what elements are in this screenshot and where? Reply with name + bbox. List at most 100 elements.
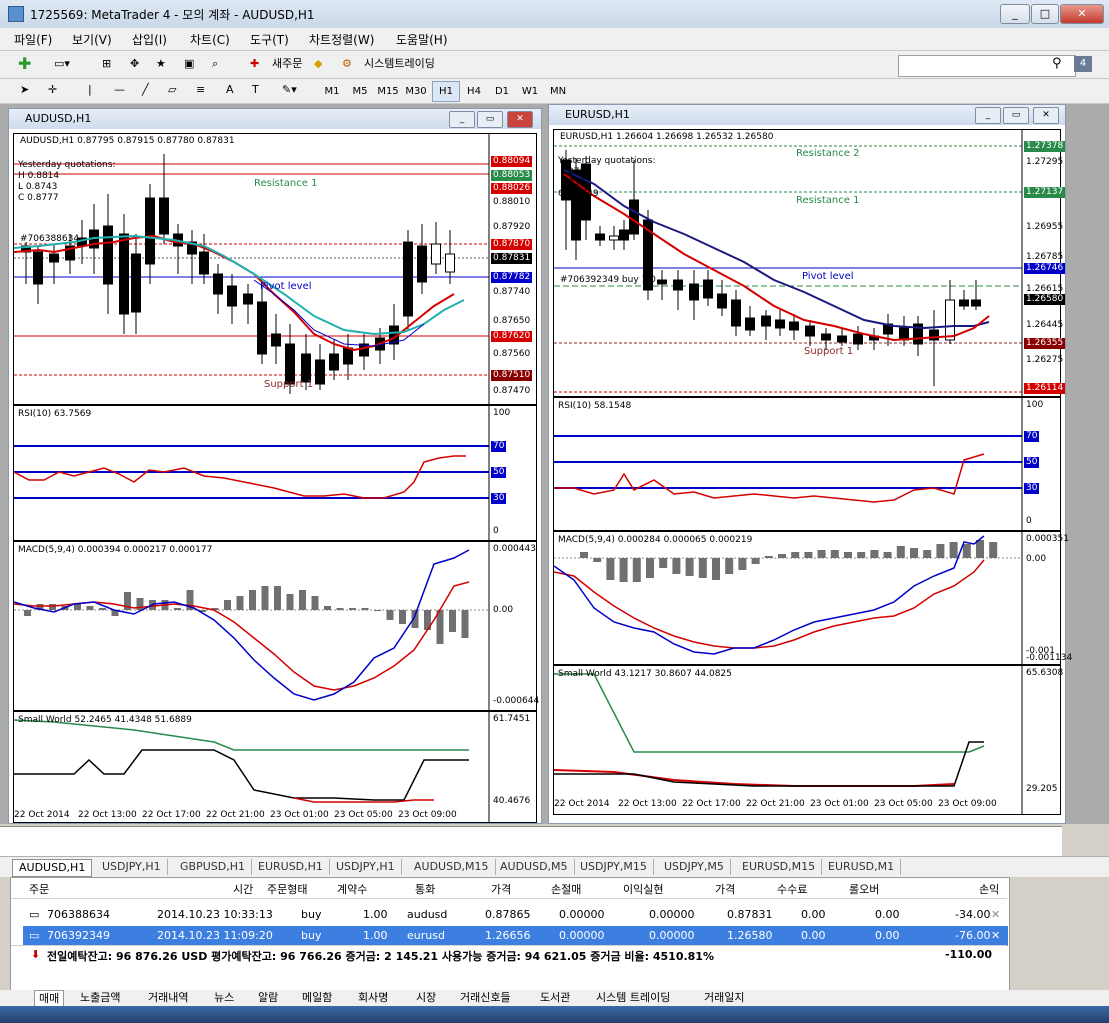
tab-library[interactable]: 도서관 bbox=[540, 990, 570, 1006]
tab-signals[interactable]: 거래신호들 bbox=[460, 990, 511, 1006]
chart-restore-button[interactable]: ▭ bbox=[1003, 107, 1029, 124]
close-order-icon[interactable]: ✕ bbox=[991, 908, 1000, 921]
vertical-line-icon[interactable]: | bbox=[88, 80, 92, 100]
col-profit[interactable]: 손익 bbox=[979, 881, 999, 897]
chart-window-audusd[interactable]: AUDUSD,H1 _ ▭ ✕ AUDUSD,H1 0.87795 0.8791… bbox=[8, 108, 542, 824]
timeframe-m15[interactable]: M15 bbox=[374, 81, 402, 102]
col-time[interactable]: 시간 bbox=[233, 881, 253, 897]
search-input[interactable] bbox=[898, 55, 1076, 77]
chart-tab[interactable]: AUDUSD,H1 bbox=[12, 859, 93, 877]
menu-view[interactable]: 보기(V) bbox=[72, 31, 112, 48]
timeframe-h4[interactable]: H4 bbox=[460, 81, 488, 102]
chart-tab[interactable]: EURUSD,M1 bbox=[822, 859, 902, 875]
price-pane-eurusd[interactable]: EURUSD,H1 1.26604 1.26698 1.26532 1.2658… bbox=[553, 129, 1066, 397]
menu-chart[interactable]: 차트(C) bbox=[190, 31, 230, 48]
chart-tab[interactable]: AUDUSD,M5 bbox=[494, 859, 575, 875]
auto-trading-button[interactable]: 시스템트레이딩 bbox=[364, 54, 435, 74]
text-label-icon[interactable]: T bbox=[252, 80, 259, 100]
tab-news[interactable]: 뉴스 bbox=[214, 990, 234, 1006]
chart-window-eurusd[interactable]: EURUSD,H1 _ ▭ ✕ EURUSD,H1 1.26604 1.2669… bbox=[548, 104, 1072, 824]
tab-mailbox[interactable]: 메일함 bbox=[302, 990, 332, 1006]
chart-tab[interactable]: GBPUSD,H1 bbox=[174, 859, 252, 875]
col-commission[interactable]: 수수료 bbox=[777, 881, 807, 897]
channel-icon[interactable]: ▱ bbox=[168, 80, 176, 100]
col-price[interactable]: 가격 bbox=[491, 881, 511, 897]
tab-exposure[interactable]: 노출금액 bbox=[80, 990, 120, 1006]
chart-tab[interactable]: USDJPY,H1 bbox=[330, 859, 402, 875]
smallworld-pane-audusd[interactable]: Small World 52.2465 41.4348 51.6889 61.7… bbox=[13, 711, 537, 823]
close-order-icon[interactable]: ✕ bbox=[991, 929, 1000, 942]
timeframe-d1[interactable]: D1 bbox=[488, 81, 516, 102]
chart-restore-button[interactable]: ▭ bbox=[477, 111, 503, 128]
chart-tab[interactable]: USDJPY,H1 bbox=[96, 859, 168, 875]
data-window-icon[interactable]: ✥ bbox=[130, 54, 139, 74]
chart-tab[interactable]: USDJPY,M5 bbox=[658, 859, 731, 875]
timeframe-h1[interactable]: H1 bbox=[432, 81, 460, 102]
tester-icon[interactable]: ⌕ bbox=[212, 54, 218, 74]
chart-tab[interactable]: EURUSD,M15 bbox=[736, 859, 823, 875]
menu-tools[interactable]: 도구(T) bbox=[250, 31, 289, 48]
tab-alerts[interactable]: 알람 bbox=[258, 990, 278, 1006]
crosshair-icon[interactable]: ✛ bbox=[48, 80, 57, 100]
chart-tab[interactable]: EURUSD,H1 bbox=[252, 859, 330, 875]
profiles-icon[interactable]: ▭▾ bbox=[54, 54, 70, 74]
close-button[interactable]: ✕ bbox=[1060, 4, 1104, 24]
minimize-button[interactable]: _ bbox=[1000, 4, 1030, 24]
chart-close-button[interactable]: ✕ bbox=[1033, 107, 1059, 124]
chart-minimize-button[interactable]: _ bbox=[975, 107, 1001, 124]
tab-market[interactable]: 시장 bbox=[416, 990, 436, 1006]
navigator-icon[interactable]: ★ bbox=[156, 54, 166, 74]
col-swap[interactable]: 롤오버 bbox=[849, 881, 879, 897]
new-order-icon[interactable]: ✚ bbox=[250, 54, 259, 74]
rsi-pane-audusd[interactable]: RSI(10) 63.7569 100 70 50 30 0 bbox=[13, 405, 537, 541]
meta-editor-icon[interactable]: ◆ bbox=[314, 54, 322, 74]
table-row[interactable]: ▭ 706388634 2014.10.23 10:33:13 buy 1.00… bbox=[23, 905, 1008, 925]
notifications-icon[interactable]: 4 bbox=[1074, 56, 1092, 72]
timeframe-m5[interactable]: M5 bbox=[346, 81, 374, 102]
timeframe-m30[interactable]: M30 bbox=[402, 81, 430, 102]
chart-close-button[interactable]: ✕ bbox=[507, 111, 533, 128]
menu-help[interactable]: 도움말(H) bbox=[396, 31, 448, 48]
terminal-icon[interactable]: ▣ bbox=[184, 54, 194, 74]
smallworld-pane-eurusd[interactable]: Small World 43.1217 30.8607 44.0825 65.6… bbox=[553, 665, 1063, 815]
timeframe-m1[interactable]: M1 bbox=[318, 81, 346, 102]
new-order-button[interactable]: 새주문 bbox=[272, 54, 302, 74]
col-tp[interactable]: 이익실현 bbox=[623, 881, 663, 897]
macd-bar bbox=[751, 558, 760, 564]
tab-company[interactable]: 회사명 bbox=[358, 990, 388, 1006]
col-type[interactable]: 주문형태 bbox=[267, 881, 307, 897]
maximize-button[interactable]: □ bbox=[1031, 4, 1059, 24]
horizontal-line-icon[interactable]: — bbox=[114, 80, 125, 100]
timeframe-mn[interactable]: MN bbox=[544, 81, 572, 102]
price-pane-audusd[interactable]: AUDUSD,H1 0.87795 0.87915 0.87780 0.8783… bbox=[13, 133, 537, 405]
col-size[interactable]: 계약수 bbox=[337, 881, 367, 897]
rsi-pane-eurusd[interactable]: RSI(10) 58.1548 100 70 50 30 0 bbox=[553, 397, 1061, 531]
trendline-icon[interactable]: ╱ bbox=[142, 80, 149, 100]
macd-pane-audusd[interactable]: MACD(5,9,4) 0.000394 0.000217 0.000177 0… bbox=[13, 541, 539, 711]
macd-bar bbox=[593, 558, 602, 562]
search-icon[interactable]: ⚲ bbox=[1052, 56, 1062, 71]
macd-pane-eurusd[interactable]: MACD(5,9,4) 0.000284 0.000065 0.000219 0… bbox=[553, 531, 1072, 665]
col-sl[interactable]: 손절매 bbox=[551, 881, 581, 897]
tab-journal[interactable]: 거래일지 bbox=[704, 990, 744, 1006]
table-row[interactable]: ▭ 706392349 2014.10.23 11:09:20 buy 1.00… bbox=[23, 926, 1008, 946]
tab-experts[interactable]: 시스템 트레이딩 bbox=[596, 990, 670, 1006]
timeframe-w1[interactable]: W1 bbox=[516, 81, 544, 102]
col-order[interactable]: 주문 bbox=[29, 881, 49, 897]
col-cur-price[interactable]: 가격 bbox=[715, 881, 735, 897]
chart-minimize-button[interactable]: _ bbox=[449, 111, 475, 128]
tab-history[interactable]: 거래내역 bbox=[148, 990, 188, 1006]
menu-insert[interactable]: 삽입(I) bbox=[132, 31, 167, 48]
menu-file[interactable]: 파일(F) bbox=[14, 31, 52, 48]
col-symbol[interactable]: 통화 bbox=[415, 881, 435, 897]
chart-tab[interactable]: AUDUSD,M15 bbox=[408, 859, 496, 875]
menu-window[interactable]: 차트정렬(W) bbox=[309, 31, 374, 48]
arrows-icon[interactable]: ✎▾ bbox=[282, 80, 297, 100]
chart-tab[interactable]: USDJPY,M15 bbox=[574, 859, 654, 875]
fibonacci-icon[interactable]: ≡ bbox=[196, 80, 205, 100]
auto-trading-icon[interactable]: ⚙ bbox=[342, 54, 352, 74]
text-icon[interactable]: A bbox=[226, 80, 234, 100]
cursor-icon[interactable]: ➤ bbox=[20, 80, 29, 100]
market-watch-icon[interactable]: ⊞ bbox=[102, 54, 111, 74]
new-chart-icon[interactable]: ✚ bbox=[18, 54, 31, 74]
